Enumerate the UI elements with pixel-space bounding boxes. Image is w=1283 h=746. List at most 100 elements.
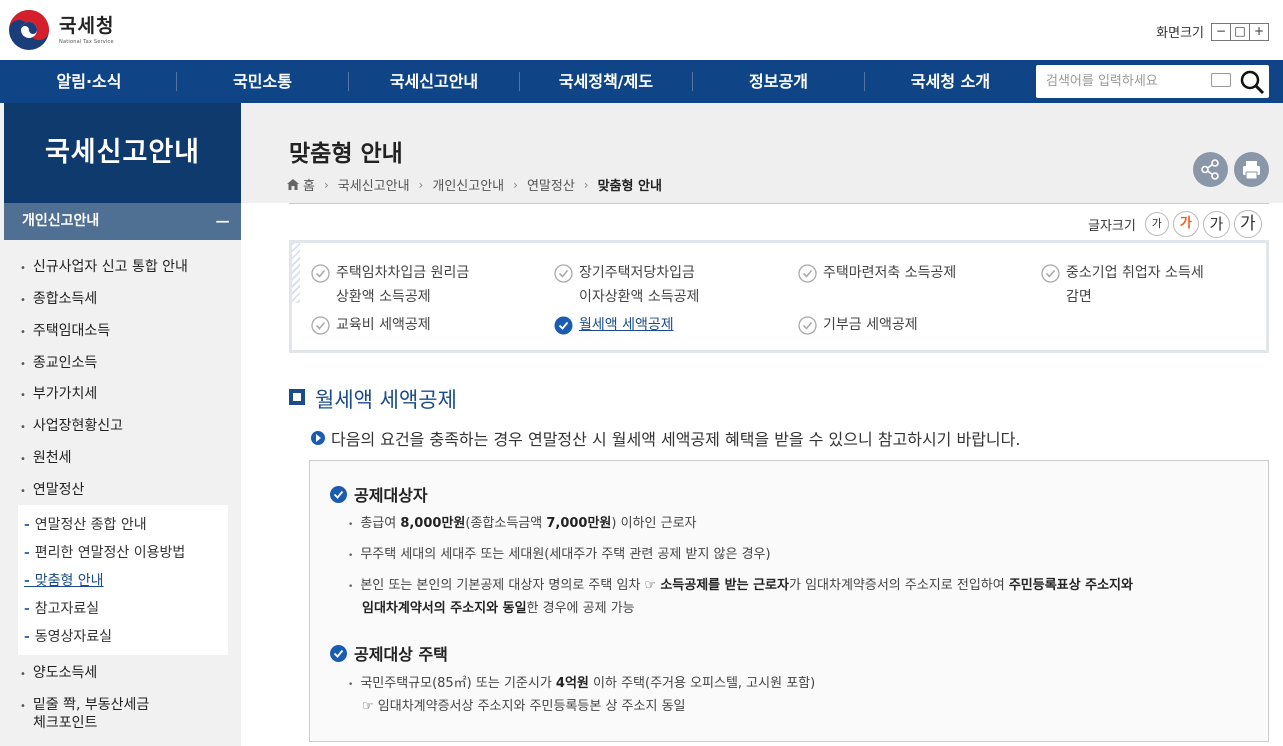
check-circle-filled-icon [330, 644, 347, 662]
text: (종합소득금액 [465, 516, 547, 531]
font-size-small-button[interactable]: 가 [1144, 212, 1169, 236]
search-input[interactable] [1046, 65, 1206, 98]
sidebar-item-rental-income[interactable]: 주택임대소득 [20, 320, 110, 340]
keyboard-icon[interactable] [1211, 73, 1231, 87]
sidebar-item-income-tax[interactable]: 종합소득세 [20, 288, 97, 308]
zoom-out-button[interactable]: − [1211, 22, 1231, 41]
sidebar-item-religious-income[interactable]: 종교인소득 [20, 352, 97, 372]
breadcrumb: 홈 › 국세신고안내 › 개인신고안내 › 연말정산 › 맞춤형 안내 [287, 175, 662, 194]
emphasis: 4억원 [555, 676, 589, 691]
check-circle-filled-icon [330, 485, 347, 503]
emphasis: 7,000만원 [546, 516, 612, 531]
tab-housing-savings[interactable]: 주택마련저축 소득공제 [798, 261, 956, 285]
tab-donation[interactable]: 기부금 세액공제 [798, 313, 918, 337]
sidebar-item-year-end[interactable]: 연말정산 [20, 479, 85, 499]
emphasis: 임대차계약서의 주소지와 동일 [362, 601, 527, 616]
requirement-line: 무주택 세대의 세대주 또는 세대원(세대주가 주택 관련 공제 받지 않은 경… [348, 542, 770, 569]
deduction-tab-box: 주택임차차입금 원리금 상환액 소득공제 장기주택저당차입금 이자상환액 소득공제 … [289, 240, 1269, 353]
tab-label: 이자상환액 소득공제 [579, 289, 700, 305]
section-intro: 다음의 요건을 충족하는 경우 연말정산 시 월세액 세액공제 혜택을 받을 수… [311, 426, 1020, 450]
section-title: 월세액 세액공제 [315, 388, 457, 412]
chevron-right-icon: › [323, 177, 329, 192]
search-icon[interactable] [1239, 69, 1265, 95]
check-circle-icon [311, 264, 330, 283]
sidebar-subitem-overview[interactable]: 연말정산 종합 안내 [24, 514, 147, 534]
font-size-large-button[interactable]: 가 [1202, 210, 1230, 238]
emphasis: 주민등록표상 주소지와 [1008, 578, 1133, 593]
sidebar-item-vat[interactable]: 부가가치세 [20, 383, 97, 403]
tab-housing-loan[interactable]: 주택임차차입금 원리금상환액 소득공제 [311, 261, 469, 309]
screen-zoom-control: 화면크기 − □ + [1156, 22, 1269, 41]
tab-label: 중소기업 취업자 소득세 [1066, 265, 1204, 281]
text: 본인 또는 본인의 기본공제 대상자 명의로 주택 임차 ☞ [360, 578, 661, 593]
breadcrumb-item[interactable]: 국세신고안내 [338, 175, 410, 194]
print-button[interactable] [1234, 152, 1269, 187]
check-circle-icon [1041, 264, 1060, 283]
sidebar-item-transfer-tax[interactable]: 양도소득세 [20, 662, 97, 682]
sidebar-subitem-custom-guide[interactable]: 맞춤형 안내 [24, 570, 104, 590]
print-icon [1243, 161, 1260, 180]
home-icon[interactable] [287, 179, 299, 190]
breadcrumb-item[interactable]: 연말정산 [527, 175, 575, 194]
text: ) 이하인 근로자 [611, 516, 697, 531]
sidebar-section-header[interactable]: 개인신고안내 − [4, 203, 241, 240]
logo-title: 국세청 [59, 15, 115, 37]
check-circle-filled-icon [554, 316, 573, 335]
sidebar-item-withholding[interactable]: 원천세 [20, 447, 72, 467]
font-size-label: 글자크기 [1088, 218, 1136, 234]
tab-education[interactable]: 교육비 세액공제 [311, 313, 431, 337]
eligible-house-heading: 공제대상 주택 [330, 641, 448, 665]
zoom-label: 화면크기 [1156, 26, 1204, 41]
sidebar-item-business-status[interactable]: 사업장현황신고 [20, 415, 123, 435]
sidebar-sublist: 연말정산 종합 안내 편리한 연말정산 이용방법 맞춤형 안내 참고자료실 동영… [18, 505, 228, 655]
tab-label: 주택임차차입금 원리금 [336, 265, 470, 281]
tab-monthly-rent[interactable]: 월세액 세액공제 [554, 313, 674, 337]
check-circle-icon [798, 264, 817, 283]
share-icon [1201, 159, 1219, 180]
check-circle-icon [798, 316, 817, 335]
intro-text: 다음의 요건을 충족하는 경우 연말정산 시 월세액 세액공제 혜택을 받을 수… [331, 430, 1021, 449]
gnb-item-info-disclosure[interactable]: 정보공개 [693, 60, 864, 103]
breadcrumb-home[interactable]: 홈 [303, 175, 315, 194]
gnb-item-policy[interactable]: 국세정책/제도 [520, 60, 692, 103]
emblem-icon [9, 10, 49, 50]
text: 총급여 [360, 516, 401, 531]
requirement-line-continued: 임대차계약서의 주소지와 동일한 경우에 공제 가능 [362, 596, 635, 622]
tab-label: 상환액 소득공제 [336, 289, 431, 305]
sidebar-subitem-convenient[interactable]: 편리한 연말정산 이용방법 [24, 542, 186, 562]
gnb-item-about[interactable]: 국세청 소개 [865, 60, 1036, 103]
emphasis: 8,000만원 [400, 516, 466, 531]
sidebar-item-real-estate-line2[interactable]: 체크포인트 [33, 712, 97, 732]
tab-label: 월세액 세액공제 [579, 317, 674, 333]
sidebar-item-new-business[interactable]: 신규사업자 신고 통합 안내 [20, 256, 188, 276]
tab-label: 기부금 세액공제 [823, 317, 918, 333]
text: 한 경우에 공제 가능 [526, 601, 635, 616]
check-circle-icon [311, 316, 330, 335]
font-size-normal-button[interactable]: 가 [1172, 211, 1199, 237]
gnb-item-communication[interactable]: 국민소통 [177, 60, 348, 103]
zoom-reset-button[interactable]: □ [1230, 22, 1250, 41]
section-square-icon [289, 389, 305, 405]
chevron-right-icon: › [418, 177, 424, 192]
chevron-right-icon: › [583, 177, 589, 192]
sidebar-subitem-references[interactable]: 참고자료실 [24, 598, 99, 618]
play-circle-icon [311, 431, 325, 445]
tab-mortgage-interest[interactable]: 장기주택저당차입금이자상환액 소득공제 [554, 261, 699, 309]
title-divider [289, 203, 1269, 204]
gnb-item-tax-filing[interactable]: 국세신고안내 [349, 60, 519, 103]
zoom-in-button[interactable]: + [1249, 22, 1269, 41]
gnb-item-news[interactable]: 알림·소식 [0, 60, 178, 103]
share-button[interactable] [1193, 152, 1228, 187]
logo[interactable]: 국세청 National Tax Service [8, 9, 114, 51]
tab-label: 교육비 세액공제 [336, 317, 431, 333]
chevron-right-icon: › [513, 177, 518, 192]
tab-label: 장기주택저당차입금 [579, 265, 695, 281]
breadcrumb-item[interactable]: 개인신고안내 [432, 175, 504, 194]
sidebar-item-real-estate[interactable]: 밑줄 쫙, 부동산세금 [20, 694, 149, 714]
font-size-xlarge-button[interactable]: 가 [1233, 210, 1262, 238]
tab-sme-employee[interactable]: 중소기업 취업자 소득세 감면 [1041, 261, 1204, 309]
requirement-line: 총급여 8,000만원(종합소득금액 7,000만원) 이하인 근로자 [348, 511, 697, 538]
collapse-icon[interactable]: − [214, 203, 231, 240]
eligible-person-heading: 공제대상자 [330, 482, 428, 506]
sidebar-subitem-videos[interactable]: 동영상자료실 [24, 626, 112, 646]
